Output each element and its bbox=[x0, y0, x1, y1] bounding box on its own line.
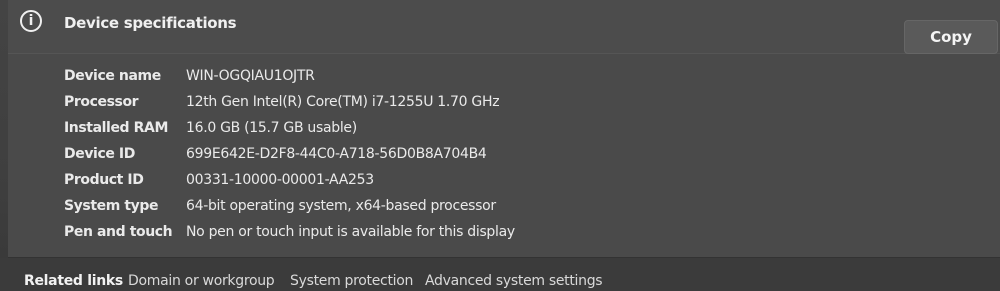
info-icon: i bbox=[20, 10, 42, 32]
spec-label: Installed RAM bbox=[64, 120, 168, 136]
spec-value: WIN-OGQIAU1OJTR bbox=[186, 68, 315, 84]
spec-row-device-name: Device name WIN-OGQIAU1OJTR bbox=[64, 66, 764, 92]
spec-value: 12th Gen Intel(R) Core(TM) i7-1255U 1.70… bbox=[186, 94, 500, 110]
domain-or-workgroup-link[interactable]: Domain or workgroup bbox=[128, 273, 275, 289]
spec-value: 16.0 GB (15.7 GB usable) bbox=[186, 120, 357, 136]
device-specifications-header[interactable]: i Device specifications Copy bbox=[8, 0, 1000, 54]
spec-label: Pen and touch bbox=[64, 224, 173, 240]
spec-label: Device ID bbox=[64, 146, 135, 162]
spec-row-installed-ram: Installed RAM 16.0 GB (15.7 GB usable) bbox=[64, 118, 764, 144]
section-title: Device specifications bbox=[64, 14, 237, 32]
system-protection-link[interactable]: System protection bbox=[290, 273, 413, 289]
spec-value: 699E642E-D2F8-44C0-A718-56D0B8A704B4 bbox=[186, 146, 487, 162]
spec-value: No pen or touch input is available for t… bbox=[186, 224, 515, 240]
spec-value: 00331-10000-00001-AA253 bbox=[186, 172, 374, 188]
related-links-bar: Related links Domain or workgroup System… bbox=[0, 258, 1000, 291]
advanced-system-settings-link[interactable]: Advanced system settings bbox=[425, 273, 603, 289]
spec-row-device-id: Device ID 699E642E-D2F8-44C0-A718-56D0B8… bbox=[64, 144, 764, 170]
spec-row-processor: Processor 12th Gen Intel(R) Core(TM) i7-… bbox=[64, 92, 764, 118]
spec-label: System type bbox=[64, 198, 159, 214]
spec-value: 64-bit operating system, x64-based proce… bbox=[186, 198, 496, 214]
spec-row-pen-and-touch: Pen and touch No pen or touch input is a… bbox=[64, 222, 764, 248]
spec-label: Product ID bbox=[64, 172, 144, 188]
spec-label: Processor bbox=[64, 94, 139, 110]
device-specifications-card: i Device specifications Copy Device name… bbox=[8, 0, 1000, 258]
device-specifications-page: i Device specifications Copy Device name… bbox=[0, 0, 1000, 291]
specs-list: Device name WIN-OGQIAU1OJTR Processor 12… bbox=[64, 66, 764, 248]
spec-row-product-id: Product ID 00331-10000-00001-AA253 bbox=[64, 170, 764, 196]
spec-row-system-type: System type 64-bit operating system, x64… bbox=[64, 196, 764, 222]
spec-label: Device name bbox=[64, 68, 161, 84]
copy-button[interactable]: Copy bbox=[904, 20, 998, 54]
related-links-title: Related links bbox=[24, 273, 123, 289]
